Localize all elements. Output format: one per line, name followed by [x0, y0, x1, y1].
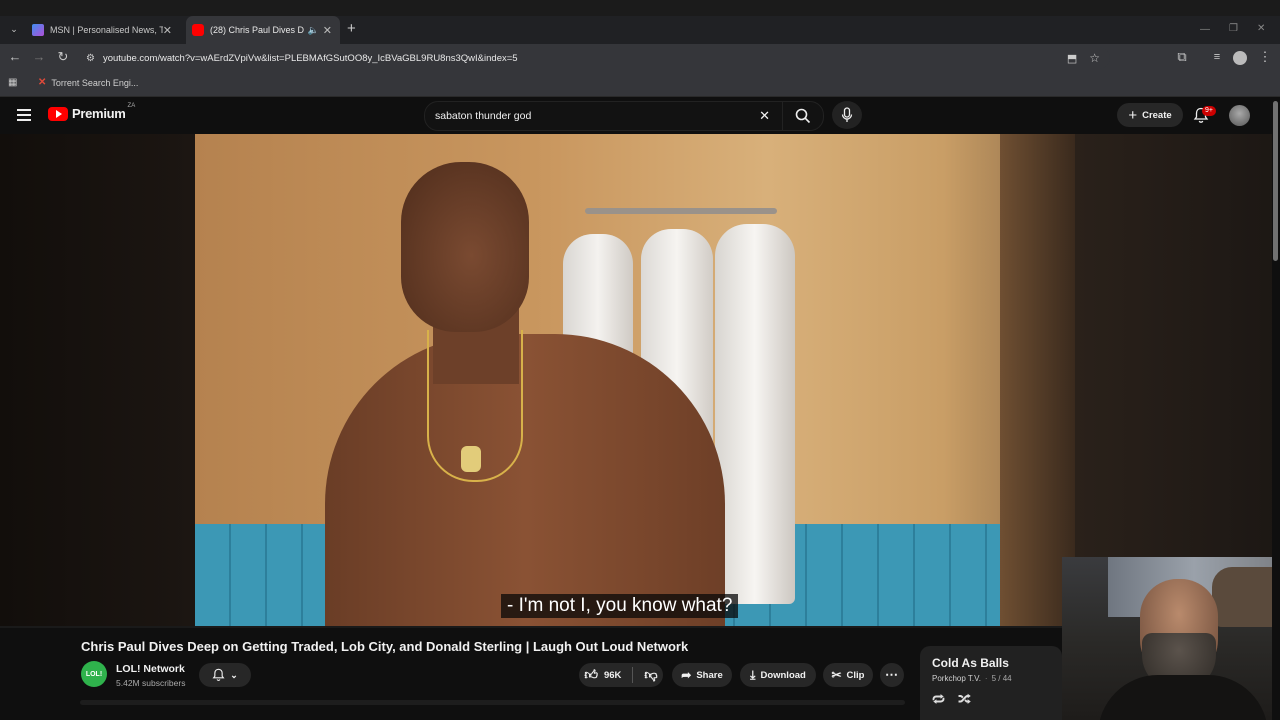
window-top-strip — [0, 0, 1280, 16]
back-icon[interactable]: ← — [7, 50, 23, 66]
search-icon[interactable] — [783, 108, 823, 124]
loop-icon[interactable]: 🔁︎ — [932, 690, 945, 709]
subtitle-caption: - I'm not I, you know what? — [501, 594, 739, 618]
more-horizontal-icon: ⋯ — [885, 667, 899, 682]
window-close-button[interactable]: ✕ — [1257, 23, 1265, 34]
video-player[interactable] — [0, 134, 1280, 628]
address-bar[interactable]: ⚙ youtube.com/watch?v=wAErdZVpiVw&list=P… — [80, 47, 1110, 69]
more-actions-button[interactable]: ⋯ — [880, 663, 904, 687]
bookmark-star-icon[interactable]: ☆ — [1089, 51, 1100, 65]
speaker-icon[interactable]: 🔈 — [308, 25, 319, 36]
plus-icon: + — [1128, 106, 1138, 124]
video-letterbox-left — [0, 134, 195, 628]
install-app-icon[interactable]: ⬒ — [1067, 52, 1077, 65]
download-label: Download — [760, 669, 806, 681]
like-button[interactable]: 👍︎ 96K — [584, 667, 621, 683]
doorway — [1000, 134, 1075, 628]
youtube-logo[interactable]: Premium ZA — [48, 102, 136, 121]
browser-menu-icon[interactable]: ⋮ — [1257, 50, 1273, 66]
torrent-favicon-icon: ✕ — [38, 77, 47, 88]
subscriber-count: 5.42M subscribers — [116, 678, 186, 688]
profile-avatar[interactable] — [1233, 51, 1247, 65]
like-dislike-group: 👍︎ 96K 👎︎ — [579, 663, 663, 687]
browser-tab-bar: ⌄ MSN | Personalised News, Top S ✕ (28) … — [0, 0, 1280, 44]
reload-icon[interactable]: ↻ — [55, 50, 71, 66]
hamburger-menu-icon[interactable] — [17, 109, 31, 121]
search-query-text: sabaton thunder god — [435, 110, 532, 122]
search-input[interactable]: sabaton thunder god ✕ — [424, 101, 824, 131]
towel-rail — [585, 208, 777, 214]
download-icon: ⤓ — [750, 667, 756, 682]
chain-pendant — [461, 446, 481, 472]
playlist-channel[interactable]: Porkchop T.V. — [932, 674, 981, 683]
create-label: Create — [1142, 109, 1172, 121]
person-head — [401, 162, 529, 332]
video-frame — [195, 134, 1075, 628]
youtube-play-logo-icon — [48, 106, 68, 121]
playlist-position: 5 / 44 — [991, 674, 1012, 683]
close-icon[interactable]: ✕ — [323, 24, 340, 37]
msn-favicon-icon — [32, 24, 44, 36]
minimize-button[interactable]: — — [1200, 24, 1210, 35]
download-button[interactable]: ⤓ Download — [740, 663, 816, 687]
region-code: ZA — [127, 102, 136, 109]
clip-button[interactable]: ✂ Clip — [823, 663, 873, 687]
channel-avatar[interactable]: LOL! — [81, 661, 107, 687]
clear-search-icon[interactable]: ✕ — [759, 108, 770, 124]
page-scrollbar[interactable] — [1272, 97, 1280, 720]
youtube-favicon-icon — [192, 24, 204, 36]
towel — [715, 224, 795, 604]
forward-icon[interactable]: → — [31, 50, 47, 66]
bell-icon — [212, 668, 225, 681]
extensions-icon[interactable]: ⧉ — [1174, 50, 1190, 66]
video-letterbox-right — [1075, 134, 1280, 628]
media-control-icon[interactable]: ≡ — [1209, 50, 1225, 66]
bookmark-label: Torrent Search Engi... — [51, 77, 139, 88]
premium-wordmark: Premium — [72, 106, 126, 121]
description-preview[interactable] — [80, 700, 905, 705]
voice-search-icon[interactable] — [832, 101, 862, 129]
channel-name[interactable]: LOL! Network — [116, 663, 185, 675]
close-icon[interactable]: ✕ — [163, 24, 180, 37]
video-title: Chris Paul Dives Deep on Getting Traded,… — [81, 639, 689, 654]
person-torso — [325, 334, 725, 628]
tab-msn[interactable]: MSN | Personalised News, Top S ✕ — [28, 16, 180, 44]
thumbs-up-icon: 👍︎ — [584, 667, 598, 682]
share-button[interactable]: ➦ Share — [672, 663, 732, 687]
site-info-icon[interactable]: ⚙ — [86, 53, 95, 64]
scissors-icon: ✂ — [831, 668, 842, 682]
playlist-meta: Porkchop T.V. · 5 / 44 — [932, 674, 1012, 683]
url-text: youtube.com/watch?v=wAErdZVpiVw&list=PLE… — [102, 52, 518, 64]
create-button[interactable]: + Create — [1117, 103, 1183, 127]
share-icon: ➦ — [681, 668, 692, 682]
bookmarks-bar: ▦ ✕ Torrent Search Engi... — [0, 72, 1280, 97]
playlist-title[interactable]: Cold As Balls — [932, 656, 1009, 670]
share-label: Share — [696, 669, 723, 681]
bookmark-item[interactable]: ✕ Torrent Search Engi... — [38, 77, 138, 88]
notification-count-badge: 9+ — [1202, 106, 1216, 116]
clip-label: Clip — [846, 669, 865, 681]
like-count: 96K — [603, 669, 622, 681]
subscribed-notifications-button[interactable]: ⌄ — [199, 663, 251, 687]
room-objects — [1212, 567, 1280, 627]
new-tab-button[interactable]: + — [347, 20, 356, 37]
webcam-overlay — [1062, 557, 1280, 720]
tab-title: (28) Chris Paul Dives Deep o — [210, 25, 304, 35]
tab-youtube[interactable]: (28) Chris Paul Dives Deep o 🔈 ✕ — [186, 16, 340, 44]
tab-search-icon[interactable]: ⌄ — [6, 22, 22, 38]
playlist-panel: Cold As Balls Porkchop T.V. · 5 / 44 🔁︎ … — [920, 646, 1062, 720]
chevron-down-icon: ⌄ — [230, 669, 238, 680]
account-avatar[interactable] — [1229, 105, 1250, 126]
maximize-button[interactable]: ❐ — [1229, 23, 1238, 34]
apps-grid-icon[interactable]: ▦ — [8, 77, 17, 88]
thumbs-down-icon[interactable]: 👎︎ — [644, 667, 657, 683]
shuffle-icon[interactable]: 🔀︎ — [958, 690, 971, 709]
scrollbar-thumb[interactable] — [1273, 101, 1278, 261]
tab-title: MSN | Personalised News, Top S — [50, 25, 163, 35]
